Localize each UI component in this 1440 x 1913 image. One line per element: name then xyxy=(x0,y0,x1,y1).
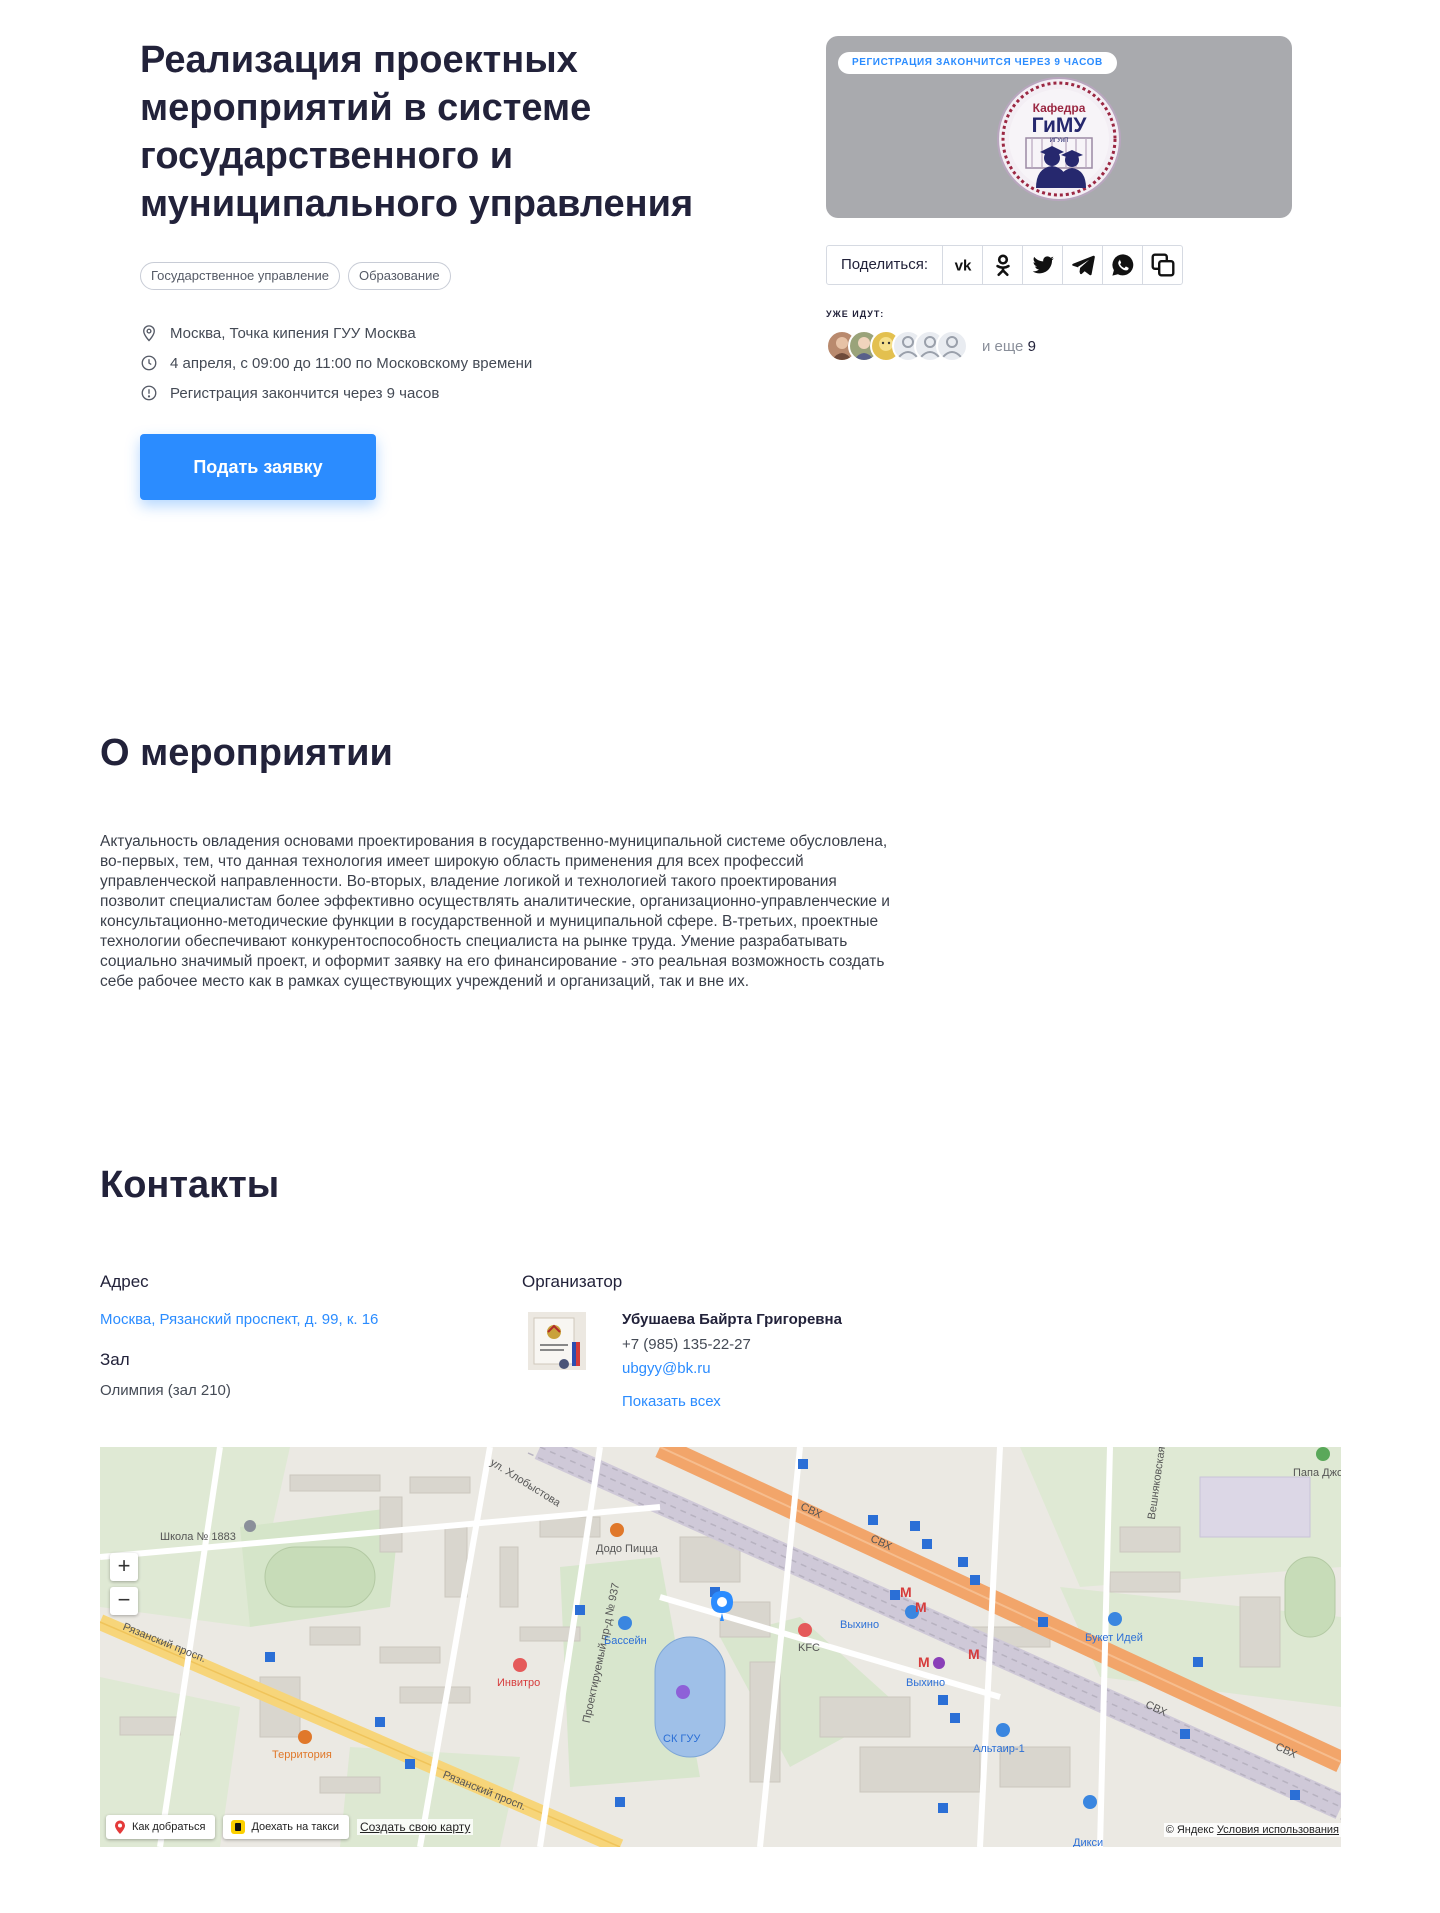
map-label-kfc: KFC xyxy=(798,1642,820,1654)
whatsapp-icon xyxy=(1111,254,1133,276)
avatar-placeholder xyxy=(936,330,968,362)
event-meta: Москва, Точка кипения ГУУ Москва 4 апрел… xyxy=(140,318,532,408)
map-label-vykhino-1: Выхино xyxy=(840,1619,880,1631)
tag-education[interactable]: Образование xyxy=(347,262,451,290)
organizer-photo-image xyxy=(528,1312,586,1370)
event-datetime: 4 апреля, с 09:00 до 11:00 по Московском… xyxy=(170,354,533,372)
organizer-email-link[interactable]: ubgyy@bk.ru xyxy=(622,1360,711,1377)
hall-label: Зал xyxy=(100,1350,130,1369)
event-cover: РЕГИСТРАЦИЯ ЗАКОНЧИТСЯ ЧЕРЕЗ 9 ЧАСОВ Каф… xyxy=(826,36,1292,218)
organizer-label: Организатор xyxy=(522,1272,623,1291)
event-registration-row: Регистрация закончится через 9 часов xyxy=(140,378,532,408)
taxi-label: Доехать на такси xyxy=(251,1821,339,1833)
vk-share-button[interactable]: vk xyxy=(943,246,983,284)
logo-text-iguip: ИГУиП xyxy=(1050,138,1069,144)
zoom-in-button[interactable]: + xyxy=(110,1553,138,1581)
registration-badge: РЕГИСТРАЦИЯ ЗАКОНЧИТСЯ ЧЕРЕЗ 9 ЧАСОВ xyxy=(838,52,1117,74)
map-terms-link[interactable]: Условия использования xyxy=(1217,1824,1339,1836)
twitter-share-button[interactable] xyxy=(1023,246,1063,284)
event-registration-note: Регистрация закончится через 9 часов xyxy=(170,384,440,402)
zoom-out-button[interactable]: − xyxy=(110,1587,138,1615)
map-bottom-bar: Как добраться Доехать на такси Создать с… xyxy=(106,1815,474,1839)
map-label-altair: Альтаир-1 xyxy=(973,1743,1025,1755)
logo-text-gimu: ГиМУ xyxy=(1032,114,1088,137)
hall-value: Олимпия (зал 210) xyxy=(100,1382,231,1399)
warning-circle-icon xyxy=(141,385,157,401)
copy-link-button[interactable] xyxy=(1143,246,1182,284)
event-tags: Государственное управление Образование xyxy=(140,262,451,290)
event-datetime-row: 4 апреля, с 09:00 до 11:00 по Московском… xyxy=(140,348,532,378)
route-label: Как добраться xyxy=(132,1821,206,1833)
vk-icon: vk xyxy=(954,257,971,274)
twitter-icon xyxy=(1032,256,1054,274)
event-location: Москва, Точка кипения ГУУ Москва xyxy=(170,324,416,342)
tag-public-administration[interactable]: Государственное управление xyxy=(140,262,340,290)
odnoklassniki-share-button[interactable] xyxy=(983,246,1023,284)
taxi-button[interactable]: Доехать на такси xyxy=(223,1815,349,1839)
going-more: и еще 9 xyxy=(982,338,1036,355)
route-button[interactable]: Как добраться xyxy=(106,1815,216,1839)
organizer-phone: +7 (985) 135-22-27 xyxy=(622,1336,751,1353)
department-logo: Кафедра ГиМУ ИГУиП xyxy=(997,77,1121,201)
going-more-count: 9 xyxy=(1027,337,1036,355)
clock-icon xyxy=(141,355,157,371)
about-text: Актуальность овладения основами проектир… xyxy=(100,833,890,990)
user-icon xyxy=(942,336,962,358)
map-label-invitro: Инвитро xyxy=(497,1677,541,1689)
organizer-name: Убушаева Байрта Григоревна xyxy=(622,1311,842,1328)
location-pin-icon xyxy=(115,1820,125,1834)
organizer-photo xyxy=(528,1312,586,1370)
map-label-diksi: Дикси xyxy=(1073,1837,1104,1847)
apply-button[interactable]: Подать заявку xyxy=(140,434,376,500)
telegram-share-button[interactable] xyxy=(1063,246,1103,284)
share-bar: Поделиться: vk xyxy=(826,245,1183,285)
location-pin-icon xyxy=(143,325,155,342)
attendees-avatars[interactable]: и еще 9 xyxy=(826,330,1036,362)
map-label-skguu: СК ГУУ xyxy=(663,1733,701,1745)
location-map[interactable]: М М М М Школа № 1883 Додо Пицца Бассейн … xyxy=(100,1447,1341,1847)
address-link[interactable]: Москва, Рязанский проспект, д. 99, к. 16 xyxy=(100,1311,378,1328)
odnoklassniki-icon xyxy=(995,254,1010,277)
address-label: Адрес xyxy=(100,1272,149,1291)
create-map-link[interactable]: Создать свою карту xyxy=(356,1819,474,1835)
going-label: УЖЕ ИДУТ: xyxy=(826,309,885,319)
map-copyright: © Яндекс Условия использования xyxy=(1163,1823,1341,1837)
svg-text:М: М xyxy=(900,1584,912,1600)
svg-text:М: М xyxy=(915,1599,927,1615)
map-label-school: Школа № 1883 xyxy=(160,1531,236,1543)
about-title: О мероприятии xyxy=(100,732,393,774)
map-label-vykhino-2: Выхино xyxy=(906,1677,946,1689)
copy-icon xyxy=(1151,253,1174,277)
share-label: Поделиться: xyxy=(827,246,943,284)
whatsapp-share-button[interactable] xyxy=(1103,246,1143,284)
telegram-icon xyxy=(1071,255,1095,276)
contacts-title: Контакты xyxy=(100,1164,280,1206)
map-copyright-text: © Яндекс xyxy=(1165,1824,1214,1836)
going-more-prefix: и еще xyxy=(982,337,1024,355)
show-all-organizers-link[interactable]: Показать всех xyxy=(622,1393,721,1410)
taxi-icon xyxy=(231,1820,246,1834)
svg-text:М: М xyxy=(968,1646,980,1662)
logo-text-kafedra: Кафедра xyxy=(1033,101,1086,115)
map-label-buket: Букет Идей xyxy=(1085,1632,1143,1644)
svg-text:М: М xyxy=(918,1654,930,1670)
map-label-papa: Папа Джонс xyxy=(1293,1467,1341,1479)
map-label-territory: Территория xyxy=(272,1749,332,1761)
event-title: Реализация проектных мероприятий в систе… xyxy=(140,39,694,225)
event-location-row: Москва, Точка кипения ГУУ Москва xyxy=(140,318,532,348)
map-label-dodo: Додо Пицца xyxy=(596,1543,658,1555)
svg-text:vk: vk xyxy=(954,257,971,274)
